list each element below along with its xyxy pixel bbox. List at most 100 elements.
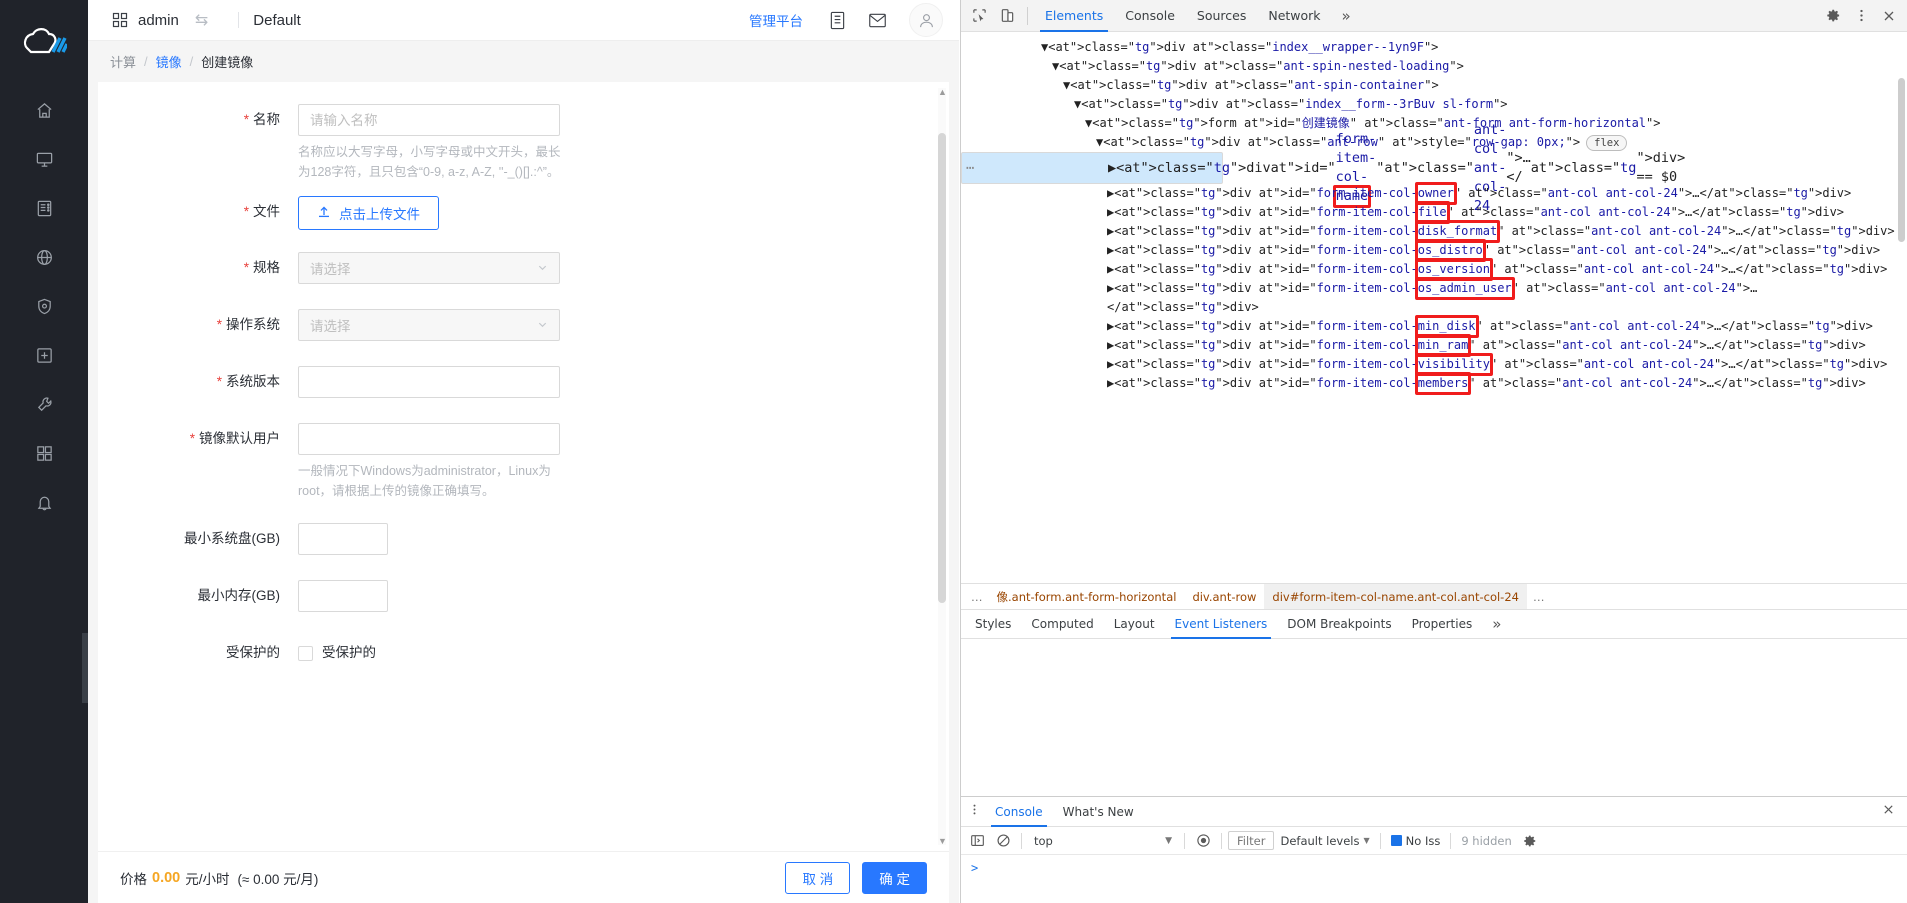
clear-console-icon[interactable] <box>991 830 1015 852</box>
console-context-select[interactable]: top ▼ <box>1028 834 1178 848</box>
drawer-tab-whats-new[interactable]: What's New <box>1053 797 1144 827</box>
form-row-file: *文件 点击上传文件 <box>98 196 949 230</box>
sidebar-item-image[interactable] <box>0 331 88 380</box>
sidebar-item-security[interactable] <box>0 282 88 331</box>
sidebar-item-ops[interactable] <box>0 380 88 429</box>
dom-crumb-row[interactable]: div.ant-row <box>1184 584 1264 610</box>
gear-icon[interactable] <box>1819 3 1847 29</box>
console-output[interactable]: > <box>961 855 1907 903</box>
confirm-button[interactable]: 确 定 <box>862 862 927 894</box>
console-issues-button[interactable]: No Iss <box>1387 834 1445 848</box>
form-label-os: *操作系统 <box>98 309 298 341</box>
close-icon[interactable] <box>1875 3 1903 29</box>
console-hidden-count[interactable]: 9 hidden <box>1457 834 1515 848</box>
upload-file-button[interactable]: 点击上传文件 <box>298 196 439 230</box>
console-filter-input[interactable]: Filter <box>1228 831 1274 850</box>
scrollbar-thumb[interactable] <box>938 133 946 602</box>
console-prompt[interactable]: > <box>961 855 1907 875</box>
tab-properties[interactable]: Properties <box>1402 609 1483 639</box>
dom-tree-line[interactable]: ▶<at">class="tg">div at">id="form-item-c… <box>961 222 1907 241</box>
dom-tree-scrollbar[interactable] <box>1897 34 1906 581</box>
dom-tree-line[interactable]: ▶<at">class="tg">div at">id="form-item-c… <box>961 241 1907 260</box>
tab-event-listeners[interactable]: Event Listeners <box>1165 609 1278 639</box>
form-label-file: *文件 <box>98 196 298 228</box>
dom-tree-line[interactable]: ▼<at">class="tg">div at">class="ant-spin… <box>961 76 1907 95</box>
more-vertical-icon[interactable] <box>963 803 985 820</box>
breadcrumb-item-0[interactable]: 计算 <box>110 52 136 71</box>
line-menu-icon[interactable]: ⋯ <box>966 159 974 178</box>
protected-checkbox[interactable] <box>298 646 313 661</box>
tab-dom-breakpoints[interactable]: DOM Breakpoints <box>1277 609 1401 639</box>
breadcrumb-trailing-icon[interactable]: … <box>1527 590 1551 604</box>
more-vertical-icon[interactable] <box>1847 3 1875 29</box>
tab-layout[interactable]: Layout <box>1104 609 1165 639</box>
sidebar-item-alerts[interactable] <box>0 478 88 527</box>
swap-icon[interactable]: ⇆ <box>195 10 208 30</box>
dom-tree-line[interactable]: ▶<at">class="tg">div at">id="form-item-c… <box>961 374 1907 393</box>
tab-computed[interactable]: Computed <box>1021 609 1103 639</box>
dom-tree-line[interactable]: ▼<at">class="tg">div at">class="ant-spin… <box>961 57 1907 76</box>
tab-console[interactable]: Console <box>1114 0 1186 32</box>
console-sidebar-icon[interactable] <box>965 830 989 852</box>
globe-icon <box>35 248 54 267</box>
dom-tree-line[interactable]: ▶<at">class="tg">div at">id="form-item-c… <box>961 336 1907 355</box>
apps-grid-icon[interactable] <box>112 12 128 28</box>
dom-crumb-form[interactable]: 像.ant-form.ant-form-horizontal <box>989 584 1185 610</box>
dom-tree-line[interactable]: ▶<at">class="tg">div at">id="form-item-c… <box>961 184 1907 203</box>
min-ram-input[interactable] <box>298 580 388 612</box>
sidebar-item-apps[interactable] <box>0 429 88 478</box>
scope-name[interactable]: Default <box>253 12 301 29</box>
live-expression-icon[interactable] <box>1191 830 1215 852</box>
user-avatar-icon[interactable] <box>909 3 943 37</box>
dom-tree-line[interactable]: ⋯▶<at">class="tg">div at">id="form-item-… <box>961 152 1223 184</box>
dom-tree[interactable]: ▼<at">class="tg">div at">class="index__w… <box>961 32 1907 583</box>
sidebar-item-storage[interactable] <box>0 184 88 233</box>
inspect-element-icon[interactable] <box>965 3 993 29</box>
dom-tree-line[interactable]: ▶<at">class="tg">div at">id="form-item-c… <box>961 260 1907 279</box>
device-toolbar-icon[interactable] <box>993 3 1021 29</box>
styles-more-tabs-icon[interactable]: » <box>1482 615 1511 633</box>
os-version-input[interactable] <box>298 366 560 398</box>
os-select[interactable]: 请选择 <box>298 309 560 341</box>
dom-tree-line[interactable]: ▶<at">class="tg">div at">id="form-item-c… <box>961 279 1907 317</box>
cancel-button[interactable]: 取 消 <box>785 862 850 894</box>
sidebar-item-compute[interactable] <box>0 135 88 184</box>
sidebar-item-network[interactable] <box>0 233 88 282</box>
flex-badge[interactable]: flex <box>1586 135 1627 151</box>
form-scrollbar[interactable]: ▲ ▼ <box>938 88 946 845</box>
shield-icon <box>35 297 54 316</box>
more-tabs-icon[interactable]: » <box>1332 7 1361 25</box>
breadcrumb-overflow-icon[interactable]: … <box>965 590 989 604</box>
tab-styles[interactable]: Styles <box>965 609 1021 639</box>
scrollbar-thumb[interactable] <box>1898 78 1905 242</box>
dom-tree-line[interactable]: ▼<at">class="tg">div at">class="index__w… <box>961 38 1907 57</box>
project-name[interactable]: admin <box>138 12 179 29</box>
os-admin-user-input[interactable] <box>298 423 560 455</box>
breadcrumb-item-1[interactable]: 镜像 <box>156 52 182 71</box>
dom-crumb-selected[interactable]: div#form-item-col-name.ant-col.ant-col-2… <box>1264 584 1527 610</box>
dom-tree-line[interactable]: ▼<at">class="tg">div at">class="ant-row"… <box>961 133 1907 152</box>
tab-sources[interactable]: Sources <box>1186 0 1257 32</box>
spec-select[interactable]: 请选择 <box>298 252 560 284</box>
name-input[interactable] <box>298 104 560 136</box>
dom-tree-line[interactable]: ▼<at">class="tg">div at">class="index__f… <box>961 95 1907 114</box>
scroll-down-arrow-icon[interactable]: ▼ <box>938 837 946 845</box>
min-disk-input[interactable] <box>298 523 388 555</box>
management-platform-link[interactable]: 管理平台 <box>749 10 803 30</box>
tab-elements[interactable]: Elements <box>1034 0 1114 32</box>
required-marker: * <box>244 260 249 275</box>
tab-network[interactable]: Network <box>1257 0 1331 32</box>
dom-tree-line[interactable]: ▶<at">class="tg">div at">id="form-item-c… <box>961 203 1907 222</box>
scroll-up-arrow-icon[interactable]: ▲ <box>938 88 946 96</box>
dom-tree-line[interactable]: ▼<at">class="tg">form at">id="创建镜像" at">… <box>961 114 1907 133</box>
drawer-tab-console[interactable]: Console <box>985 797 1053 827</box>
dom-tree-line[interactable]: ▶<at">class="tg">div at">id="form-item-c… <box>961 317 1907 336</box>
sidebar-item-home[interactable] <box>0 86 88 135</box>
gear-icon[interactable] <box>1518 830 1542 852</box>
close-icon[interactable] <box>1872 803 1905 820</box>
cloud-logo[interactable] <box>0 0 88 86</box>
console-log-levels-select[interactable]: Default levels ▼ <box>1276 834 1373 848</box>
dom-tree-line[interactable]: ▶<at">class="tg">div at">id="form-item-c… <box>961 355 1907 374</box>
document-icon[interactable] <box>829 11 846 30</box>
mail-icon[interactable] <box>868 12 887 29</box>
